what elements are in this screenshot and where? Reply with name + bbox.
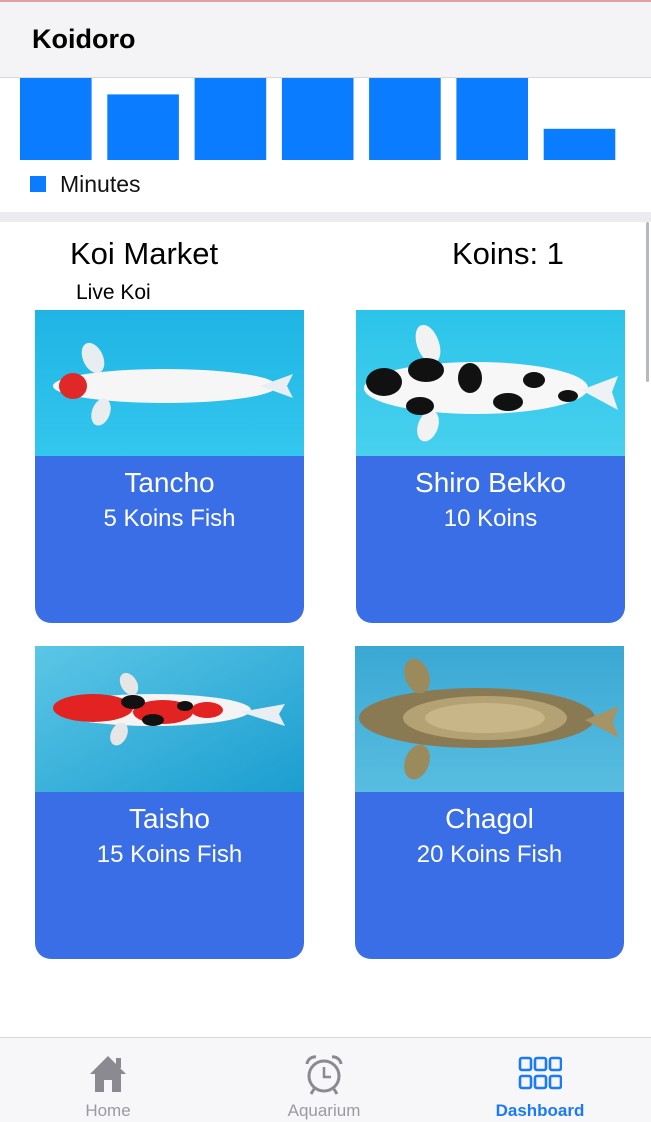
koi-card-taisho[interactable]: Taisho 15 Koins Fish — [35, 646, 304, 959]
market-subtitle: Live Koi — [76, 281, 151, 304]
tab-dashboard[interactable]: Dashboard — [460, 1038, 620, 1122]
koi-price: 5 Koins Fish — [103, 505, 236, 532]
chagol-image — [355, 646, 624, 792]
grid-icon — [518, 1056, 562, 1090]
tab-label: Aquarium — [287, 1101, 361, 1120]
minutes-bar-6 — [456, 78, 528, 160]
koi-price: 20 Koins Fish — [416, 841, 563, 868]
minutes-bar-2 — [107, 94, 179, 160]
tancho-image — [35, 310, 304, 456]
koins-balance: Koins: 1 — [452, 236, 565, 271]
home-icon — [90, 1056, 126, 1092]
section-divider — [0, 212, 651, 222]
legend-swatch — [30, 176, 46, 192]
bar-chart — [20, 78, 616, 160]
tab-home[interactable]: Home — [28, 1038, 188, 1122]
market-title: Koi Market — [70, 236, 219, 271]
koi-name: Chagol — [445, 803, 534, 834]
koi-card-chagol[interactable]: Chagol 20 Koins Fish — [355, 646, 624, 959]
shiro-bekko-image — [356, 310, 625, 456]
navigation-bar: Koidoro — [0, 2, 651, 78]
scroll-indicator[interactable] — [646, 222, 649, 382]
minutes-bar-4 — [281, 78, 354, 160]
tab-aquarium[interactable]: Aquarium — [244, 1038, 404, 1122]
minutes-bar-5 — [369, 78, 441, 160]
taisho-image — [35, 646, 304, 792]
koi-name: Shiro Bekko — [415, 467, 566, 498]
koi-price: 15 Koins Fish — [96, 841, 243, 868]
minutes-bar-7 — [543, 128, 616, 160]
minutes-bar-3 — [194, 78, 267, 160]
minutes-bar-1 — [20, 78, 92, 160]
koi-name: Taisho — [129, 803, 210, 834]
koi-card-tancho[interactable]: Tancho 5 Koins Fish — [35, 310, 304, 623]
app-title: Koidoro — [32, 24, 136, 54]
koi-price: 10 Koins — [443, 505, 538, 532]
koi-name: Tancho — [124, 467, 215, 498]
tab-label: Home — [85, 1101, 131, 1120]
alarm-clock-icon — [305, 1055, 343, 1095]
tab-bar: Home Aquarium Dashboard — [0, 1037, 651, 1122]
legend-label: Minutes — [60, 171, 141, 197]
tab-label: Dashboard — [495, 1101, 585, 1120]
koi-card-shiro-bekko[interactable]: Shiro Bekko 10 Koins — [356, 310, 625, 623]
